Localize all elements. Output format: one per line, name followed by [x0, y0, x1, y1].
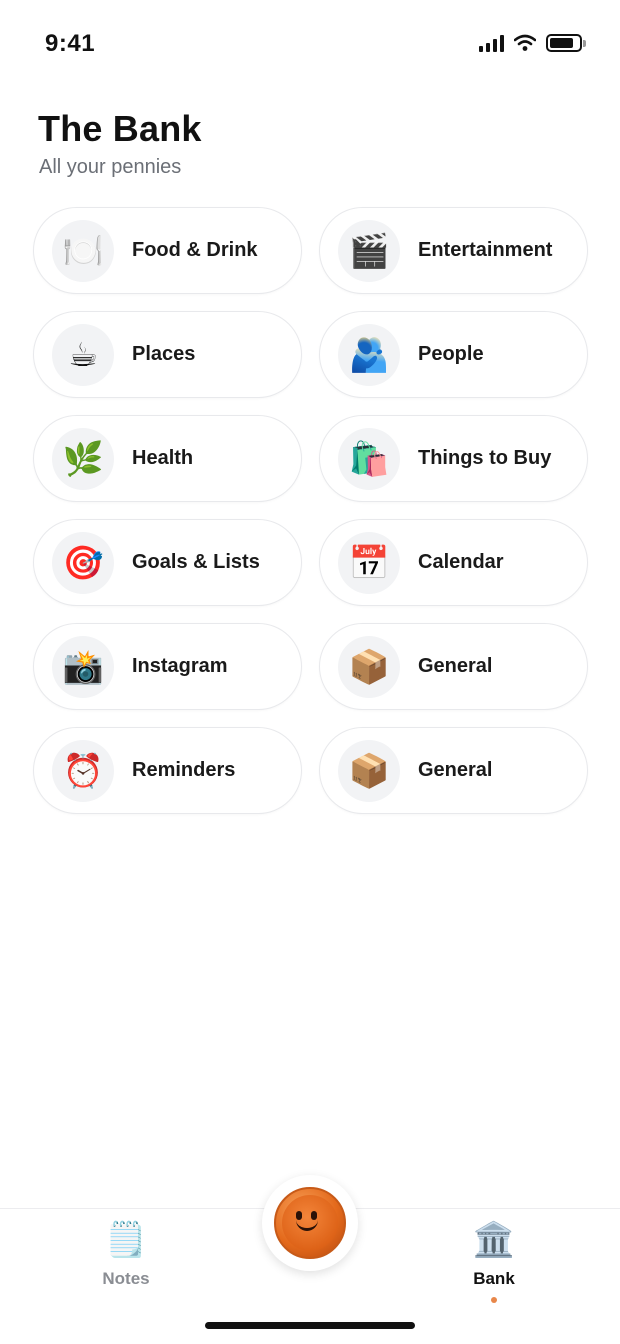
camera-flash-icon: 📸 — [52, 635, 114, 698]
cellular-signal-icon — [479, 34, 504, 52]
category-card-instagram[interactable]: 📸 Instagram — [33, 623, 302, 710]
calendar-icon: 📅 — [338, 531, 400, 594]
home-indicator[interactable] — [205, 1322, 415, 1329]
status-time: 9:41 — [45, 30, 96, 57]
category-label: Goals & Lists — [132, 551, 260, 573]
category-label: Health — [132, 447, 194, 469]
page-title: The Bank — [38, 108, 202, 149]
clapper-board-icon: 🎬 — [338, 219, 400, 282]
page-subtitle: All your pennies — [39, 156, 182, 178]
plate-cutlery-icon: 🍽️ — [52, 219, 114, 282]
category-label: Instagram — [132, 655, 228, 677]
notepad-icon: 🗒️ — [104, 1221, 148, 1259]
category-label: Things to Buy — [418, 447, 552, 469]
category-label: Reminders — [132, 759, 236, 781]
category-card-general-2[interactable]: 📦 General — [319, 727, 588, 814]
alarm-clock-icon: ⏰ — [52, 739, 114, 802]
category-label: Entertainment — [418, 239, 553, 261]
status-bar: 9:41 — [0, 0, 620, 88]
category-card-places[interactable]: ☕ Places — [33, 311, 302, 398]
category-grid: 🍽️ Food & Drink 🎬 Entertainment ☕ Places… — [33, 207, 588, 814]
category-card-reminders[interactable]: ⏰ Reminders — [33, 727, 302, 814]
category-card-entertainment[interactable]: 🎬 Entertainment — [319, 207, 588, 294]
category-card-people[interactable]: 🫂 People — [319, 311, 588, 398]
wifi-icon — [514, 34, 536, 51]
category-card-food-drink[interactable]: 🍽️ Food & Drink — [33, 207, 302, 294]
smiling-coin-icon — [274, 1187, 346, 1259]
package-icon: 📦 — [338, 635, 400, 698]
category-label: General — [418, 655, 493, 677]
nav-tab-bank[interactable]: 🏛️ Bank — [434, 1223, 554, 1303]
category-label: Places — [132, 343, 196, 365]
category-card-general[interactable]: 📦 General — [319, 623, 588, 710]
target-icon: 🎯 — [52, 531, 114, 594]
bank-building-icon: 🏛️ — [472, 1221, 516, 1259]
category-card-things-to-buy[interactable]: 🛍️ Things to Buy — [319, 415, 588, 502]
status-icons — [479, 34, 586, 52]
herb-icon: 🌿 — [52, 427, 114, 490]
package-icon: 📦 — [338, 739, 400, 802]
penny-coin-button[interactable] — [262, 1175, 358, 1271]
category-label: Food & Drink — [132, 239, 258, 261]
people-hugging-icon: 🫂 — [338, 323, 400, 386]
shopping-bags-icon: 🛍️ — [338, 427, 400, 490]
nav-label-bank: Bank — [473, 1269, 515, 1288]
category-label: People — [418, 343, 484, 365]
coffee-cup-icon: ☕ — [52, 323, 114, 386]
category-label: Calendar — [418, 551, 504, 573]
battery-icon — [546, 34, 586, 52]
category-card-goals-lists[interactable]: 🎯 Goals & Lists — [33, 519, 302, 606]
active-tab-indicator — [491, 1297, 497, 1303]
nav-tab-notes[interactable]: 🗒️ Notes — [66, 1223, 186, 1289]
nav-label-notes: Notes — [102, 1269, 150, 1288]
category-card-health[interactable]: 🌿 Health — [33, 415, 302, 502]
category-card-calendar[interactable]: 📅 Calendar — [319, 519, 588, 606]
category-label: General — [418, 759, 493, 781]
bank-screen: 9:41 The Bank All your pennies 🍽️ Food &… — [0, 0, 620, 1344]
